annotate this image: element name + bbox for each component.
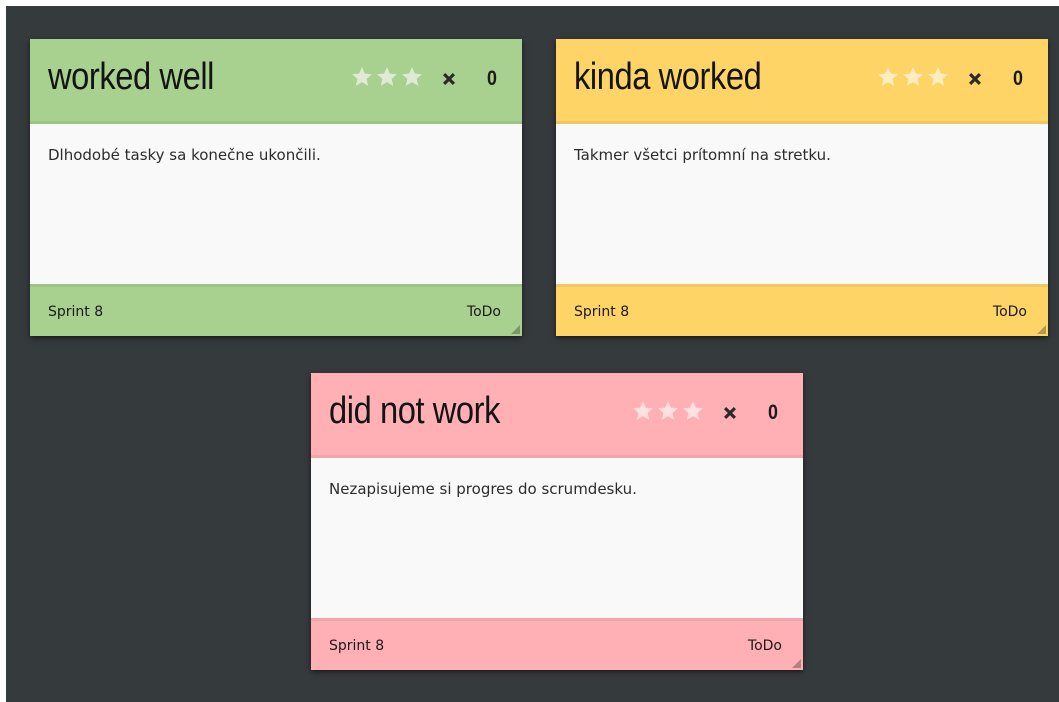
status-label[interactable]: ToDo: [993, 304, 1027, 320]
card-text[interactable]: Nezapisujeme si progres do scrumdesku.: [329, 480, 637, 498]
resize-handle-icon[interactable]: [511, 325, 520, 334]
card-footer: Sprint 8 ToDo: [30, 284, 522, 336]
star-icon[interactable]: [656, 399, 680, 423]
star-icon[interactable]: [926, 65, 950, 89]
sprint-label: Sprint 8: [329, 638, 385, 654]
star-rating[interactable]: [876, 65, 949, 95]
status-label[interactable]: ToDo: [467, 304, 501, 320]
star-icon[interactable]: [400, 65, 424, 89]
star-icon[interactable]: [876, 65, 900, 89]
star-rating[interactable]: [350, 65, 423, 95]
card-did-not-work[interactable]: did not work 0 Nezapisujeme si progres d…: [311, 373, 803, 670]
card-header[interactable]: did not work 0: [311, 373, 803, 458]
card-title[interactable]: kinda worked: [574, 56, 762, 99]
vote-count: 0: [487, 67, 497, 90]
resize-handle-icon[interactable]: [1037, 325, 1046, 334]
star-icon[interactable]: [681, 399, 705, 423]
card-kinda-worked[interactable]: kinda worked 0 Takmer všetci prítomní na…: [556, 39, 1048, 336]
sprint-label: Sprint 8: [48, 304, 104, 320]
resize-handle-icon[interactable]: [792, 659, 801, 668]
close-icon[interactable]: [966, 70, 984, 88]
star-icon[interactable]: [350, 65, 374, 89]
status-label[interactable]: ToDo: [748, 638, 782, 654]
star-icon[interactable]: [901, 65, 925, 89]
card-body[interactable]: Nezapisujeme si progres do scrumdesku.: [311, 458, 803, 618]
card-footer: Sprint 8 ToDo: [311, 618, 803, 670]
sprint-label: Sprint 8: [574, 304, 630, 320]
card-worked-well[interactable]: worked well 0 Dlhodobé tasky sa konečne …: [30, 39, 522, 336]
card-text[interactable]: Dlhodobé tasky sa konečne ukončili.: [48, 146, 321, 164]
card-body[interactable]: Dlhodobé tasky sa konečne ukončili.: [30, 124, 522, 284]
vote-count: 0: [768, 401, 778, 424]
star-icon[interactable]: [631, 399, 655, 423]
retro-board: worked well 0 Dlhodobé tasky sa konečne …: [6, 6, 1059, 702]
card-footer: Sprint 8 ToDo: [556, 284, 1048, 336]
close-icon[interactable]: [440, 70, 458, 88]
star-icon[interactable]: [375, 65, 399, 89]
card-header[interactable]: kinda worked 0: [556, 39, 1048, 124]
card-header[interactable]: worked well 0: [30, 39, 522, 124]
card-body[interactable]: Takmer všetci prítomní na stretku.: [556, 124, 1048, 284]
close-icon[interactable]: [721, 404, 739, 422]
card-title[interactable]: did not work: [329, 390, 500, 433]
card-title[interactable]: worked well: [48, 56, 214, 99]
star-rating[interactable]: [631, 399, 704, 429]
vote-count: 0: [1013, 67, 1023, 90]
card-text[interactable]: Takmer všetci prítomní na stretku.: [574, 146, 831, 164]
